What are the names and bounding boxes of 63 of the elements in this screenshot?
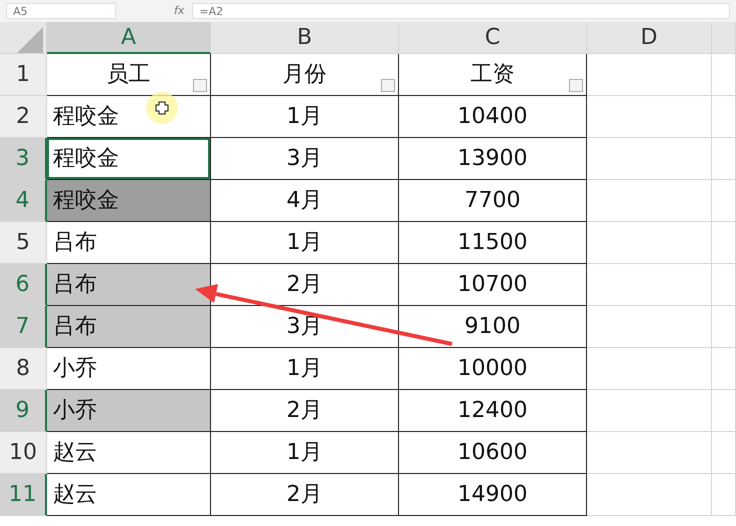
table-cell: 10000 [399,348,587,390]
table-cell: 赵云 [47,432,211,474]
empty-cell [712,96,736,138]
filter-dropdown-button[interactable] [381,79,395,92]
column-header[interactable]: A [47,22,211,54]
empty-cell [712,222,736,264]
table-cell: 10600 [399,432,587,474]
table-cell: 14900 [399,474,587,516]
fx-label: fx [174,2,184,19]
table-cell: 吕布 [47,306,211,348]
table-cell: 10400 [399,96,587,138]
table-cell: 12400 [399,390,587,432]
empty-cell [712,432,736,474]
select-all-triangle-icon[interactable] [17,26,43,52]
table-cell: 3月 [211,138,399,180]
row-header[interactable]: 7 [0,306,47,348]
table-cell: 11500 [399,222,587,264]
filter-dropdown-button[interactable] [193,79,207,92]
table-cell: 1月 [211,432,399,474]
row-header[interactable]: 2 [0,96,47,138]
row-header[interactable]: 6 [0,264,47,306]
row-header[interactable]: 4 [0,180,47,222]
table-cell: 10700 [399,264,587,306]
column-title: 月份 [282,61,326,89]
table-cell: 2月 [211,474,399,516]
empty-cell [712,390,736,432]
row-header[interactable]: 8 [0,348,47,390]
table-cell: 13900 [399,138,587,180]
empty-cell [712,180,736,222]
table-cell: 吕布 [47,264,211,306]
empty-cell [712,264,736,306]
table-cell: 7700 [399,180,587,222]
column-title: 工资 [470,61,514,89]
filter-dropdown-button[interactable] [569,79,583,92]
column-header[interactable]: D [587,22,712,54]
table-cell: 4月 [211,180,399,222]
select-all-corner[interactable] [0,22,47,54]
name-box[interactable]: A5 [6,3,116,19]
table-cell: 1月 [211,348,399,390]
table-cell[interactable]: 程咬金 [47,138,211,180]
row-header[interactable]: 5 [0,222,47,264]
row-header[interactable]: 10 [0,432,47,474]
empty-cell [712,138,736,180]
empty-cell [712,474,736,516]
empty-cell [712,348,736,390]
row-header[interactable]: 3 [0,138,47,180]
column-header[interactable]: C [399,22,587,54]
column-title: 员工 [106,61,150,89]
table-cell: 1月 [211,222,399,264]
table-cell: 3月 [211,306,399,348]
table-cell: 2月 [211,390,399,432]
row-header[interactable]: 11 [0,474,47,516]
column-header[interactable]: B [211,22,399,54]
column-header[interactable] [712,22,736,54]
row-header[interactable]: 1 [0,54,47,96]
formula-field[interactable]: =A2 [192,3,730,19]
table-cell: 9100 [399,306,587,348]
empty-cell [712,306,736,348]
table-cell: 小乔 [47,390,211,432]
table-cell: 1月 [211,96,399,138]
table-cell: 程咬金 [47,180,211,222]
table-cell: 赵云 [47,474,211,516]
row-header[interactable]: 9 [0,390,47,432]
